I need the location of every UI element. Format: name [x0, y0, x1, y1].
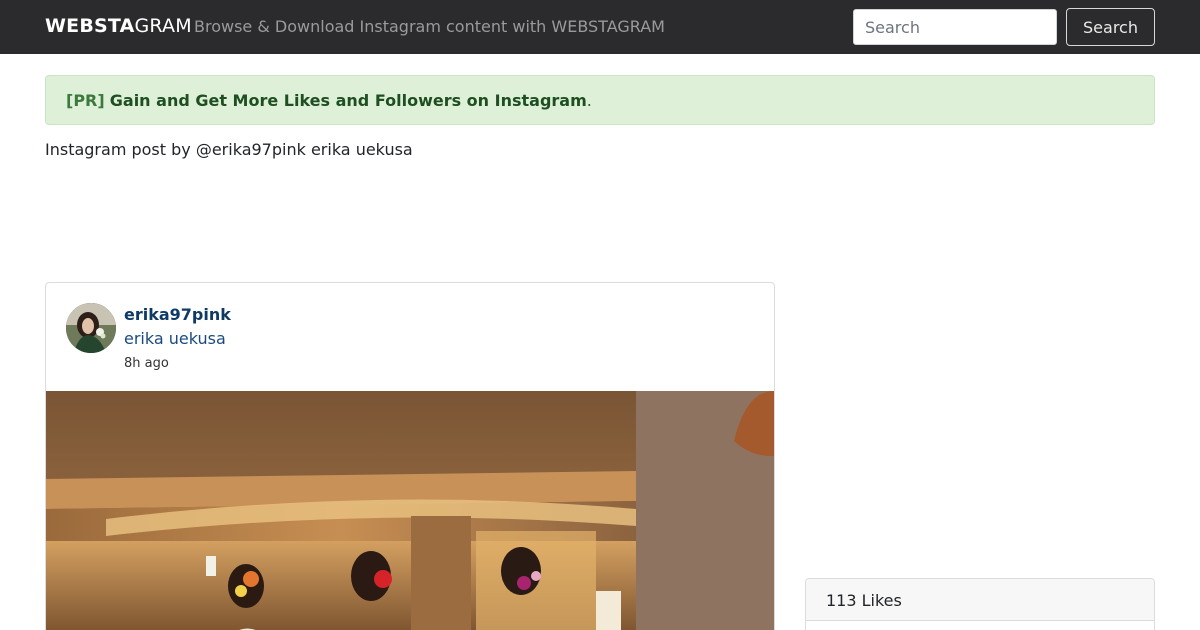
post-heading: Instagram post by @erika97pink erika uek…	[45, 140, 413, 159]
post-username[interactable]: erika97pink	[124, 305, 231, 324]
promo-alert: [PR] Gain and Get More Likes and Followe…	[45, 75, 1155, 125]
post-full-name[interactable]: erika uekusa	[124, 329, 226, 348]
top-navbar: WEBSTAGRAM Browse & Download Instagram c…	[0, 0, 1200, 54]
brand-logo[interactable]: WEBSTAGRAM	[45, 15, 192, 37]
likes-count: 113 Likes	[806, 579, 1154, 621]
avatar-image	[66, 303, 116, 353]
post-photo[interactable]	[46, 391, 774, 630]
site-tagline: Browse & Download Instagram content with…	[194, 17, 665, 36]
brand-bold: WEBSTA	[45, 15, 135, 37]
promo-suffix: .	[586, 91, 592, 110]
post-card: erika97pink erika uekusa 8h ago	[45, 282, 775, 630]
avatar[interactable]	[66, 303, 116, 353]
likes-panel: 113 Likes	[805, 578, 1155, 630]
search-button[interactable]: Search	[1066, 8, 1155, 46]
promo-tag: [PR]	[66, 91, 105, 110]
post-timestamp: 8h ago	[124, 356, 169, 371]
brand-rest: GRAM	[134, 15, 192, 37]
promo-link[interactable]: Gain and Get More Likes and Followers on…	[110, 91, 587, 110]
search-input[interactable]	[853, 9, 1057, 45]
